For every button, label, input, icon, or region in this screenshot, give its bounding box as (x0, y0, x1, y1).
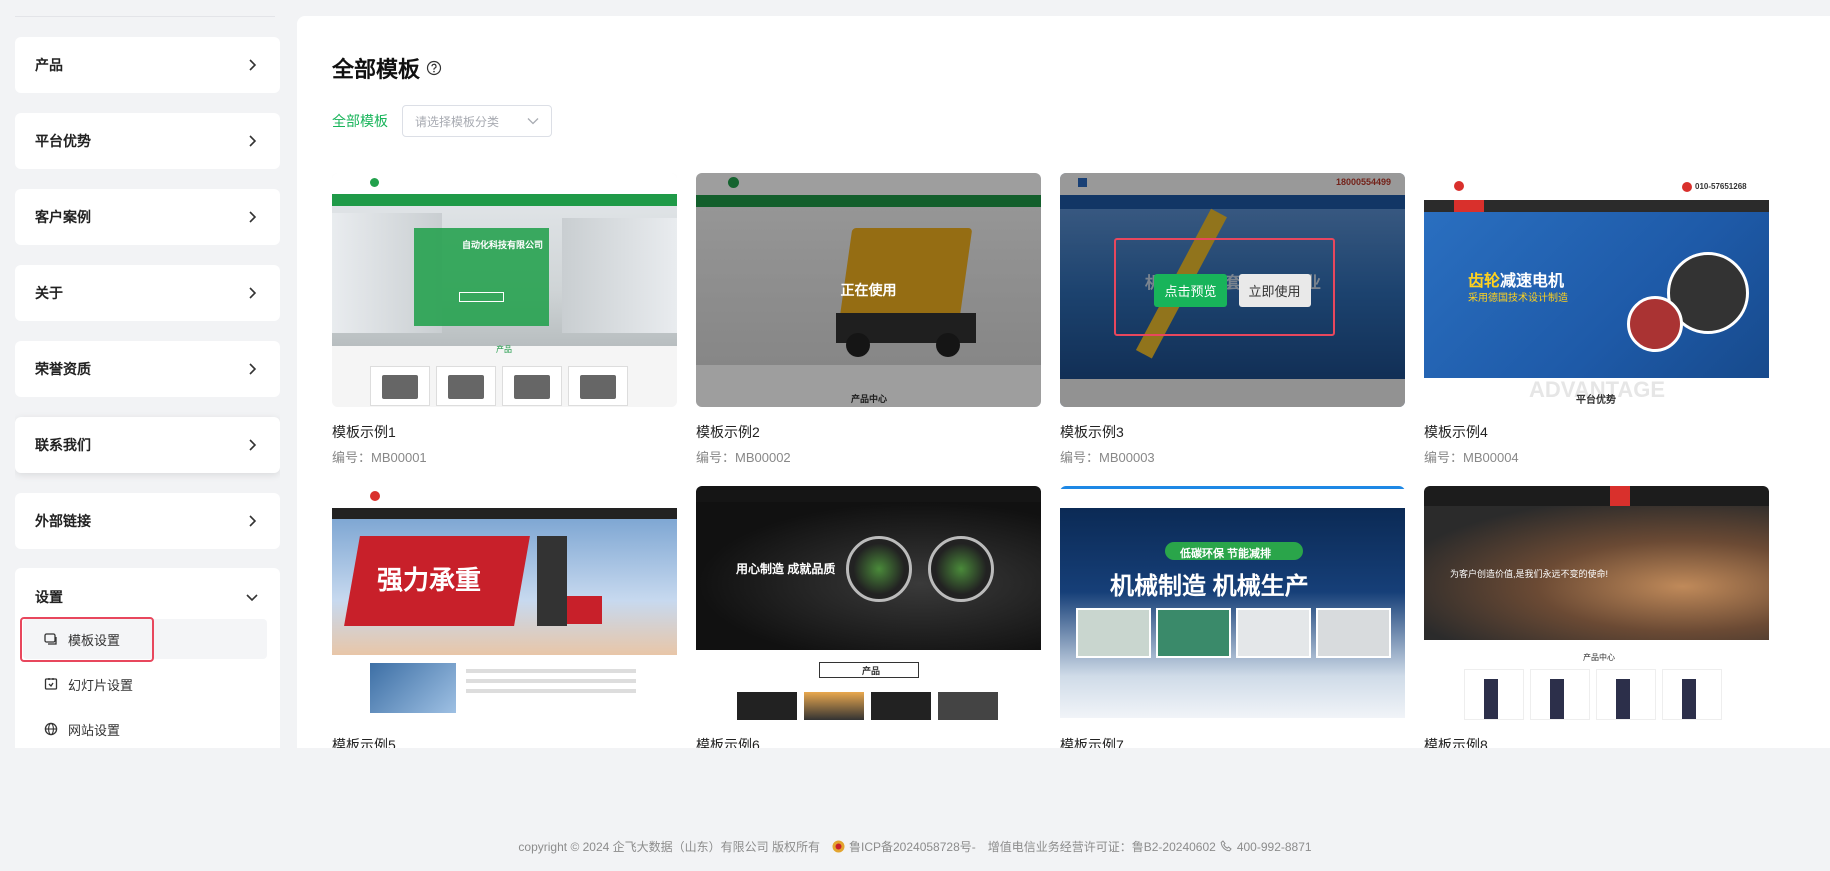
template-name: 模板示例8 (1424, 737, 1488, 748)
sidebar: 产品 平台优势 客户案例 关于 荣誉资质 联系我们 外部链接 设置 模板设置 幻… (15, 0, 280, 748)
template-card[interactable]: 自动化科技有限公司 产品 模板示例1 编号：MB00001 (332, 173, 677, 465)
template-code: 编号：MB00004 (1424, 450, 1519, 465)
template-card[interactable]: 010-57651268 齿轮减速电机 采用德国技术设计制造 ADVANTAGE… (1424, 173, 1769, 465)
in-use-label: 正在使用 (840, 282, 897, 298)
template-card[interactable]: 强力承重 模板示例5 (332, 486, 677, 748)
sidebar-subitem-slideshow-settings[interactable]: 幻灯片设置 (23, 664, 267, 704)
template-name: 模板示例2 (696, 424, 760, 440)
sidebar-item-label: 荣誉资质 (35, 361, 91, 377)
thumb-text: 产品中心 (1583, 653, 1615, 662)
chevron-down-icon (244, 589, 260, 605)
thumb-text: 采用德国技术设计制造 (1468, 293, 1568, 304)
template-name: 模板示例1 (332, 424, 396, 440)
slideshow-icon (43, 676, 59, 692)
page-title: 全部模板 (332, 57, 421, 82)
sidebar-item-contact[interactable]: 联系我们 (15, 417, 280, 473)
help-icon[interactable] (426, 60, 442, 76)
template-thumbnail[interactable]: 为客户创造价值,是我们永远不变的使命! 产品中心 (1424, 486, 1769, 720)
template-card[interactable]: 用心制造 成就品质 产品 模板示例6 (696, 486, 1041, 748)
footer-icp[interactable]: 鲁ICP备2024058728号- (849, 838, 976, 855)
footer-phone: 400-992-8871 (1236, 839, 1312, 854)
sidebar-item-products[interactable]: 产品 (15, 37, 280, 93)
thumb-text: 产品 (862, 666, 881, 676)
template-thumbnail[interactable]: 强力承重 (332, 486, 677, 720)
template-name: 模板示例7 (1060, 737, 1124, 748)
sidebar-item-label: 设置 (35, 589, 63, 605)
footer-license: 增值电信业务经营许可证：鲁B2-20240602 (987, 840, 1216, 854)
filter-row: 全部模板 请选择模板分类 (332, 105, 552, 137)
chevron-right-icon (244, 209, 260, 225)
category-select[interactable]: 请选择模板分类 (402, 105, 552, 137)
filter-all-templates[interactable]: 全部模板 (332, 111, 388, 131)
template-name: 模板示例3 (1060, 424, 1124, 440)
sidebar-subitem-label: 模板设置 (68, 632, 121, 648)
template-thumbnail[interactable]: 用心制造 成就品质 产品 (696, 486, 1041, 720)
thumb-text: 为客户创造价值,是我们永远不变的使命! (1450, 569, 1609, 579)
template-icon (43, 631, 59, 647)
chevron-right-icon (244, 285, 260, 301)
sidebar-item-label: 外部链接 (35, 513, 91, 529)
phone-icon (1220, 840, 1233, 853)
sidebar-item-honors[interactable]: 荣誉资质 (15, 341, 280, 397)
template-card[interactable]: 产品中心 正在使用 模板示例2 编号：MB00002 (696, 173, 1041, 465)
template-thumbnail[interactable]: 低碳环保 节能减排 机械制造 机械生产 (1060, 486, 1405, 720)
thumb-text: 自动化科技有限公司 (462, 240, 544, 250)
sidebar-item-label: 联系我们 (35, 437, 91, 453)
template-thumbnail[interactable]: 产品中心 正在使用 (696, 173, 1041, 407)
template-name: 模板示例6 (696, 737, 760, 748)
template-code: 编号：MB00003 (1060, 450, 1155, 465)
sidebar-item-label: 关于 (35, 285, 63, 301)
sidebar-item-external-links[interactable]: 外部链接 (15, 493, 280, 549)
thumb-text: 用心制造 成就品质 (736, 562, 836, 576)
chevron-right-icon (244, 437, 260, 453)
sidebar-item-settings[interactable]: 设置 (15, 568, 280, 626)
thumb-text: 强力承重 (377, 565, 482, 595)
template-code: 编号：MB00001 (332, 450, 427, 465)
sidebar-subitem-label: 幻灯片设置 (68, 677, 134, 693)
globe-icon (43, 721, 59, 737)
sidebar-item-cases[interactable]: 客户案例 (15, 189, 280, 245)
template-thumbnail[interactable]: 18000554499 机械制造配套服务型企业 点击预览 立即使用 (1060, 173, 1405, 407)
chevron-right-icon (244, 513, 260, 529)
thumb-text: 产品 (496, 345, 512, 354)
template-name: 模板示例5 (332, 737, 396, 748)
template-card[interactable]: 低碳环保 节能减排 机械制造 机械生产 模板示例7 (1060, 486, 1405, 748)
thumb-text: 机械制造 机械生产 (1110, 573, 1309, 600)
template-thumbnail[interactable]: 010-57651268 齿轮减速电机 采用德国技术设计制造 ADVANTAGE… (1424, 173, 1769, 407)
template-card[interactable]: 为客户创造价值,是我们永远不变的使命! 产品中心 模板示例8 (1424, 486, 1769, 748)
thumb-text: 低碳环保 节能减排 (1180, 548, 1272, 560)
template-card[interactable]: 18000554499 机械制造配套服务型企业 点击预览 立即使用 模板示例3 … (1060, 173, 1405, 465)
select-placeholder: 请选择模板分类 (415, 114, 500, 129)
title-row: 全部模板 (332, 52, 442, 84)
divider (15, 16, 275, 17)
highlight-box (1114, 238, 1335, 336)
template-name: 模板示例4 (1424, 424, 1488, 440)
sidebar-group-settings: 设置 模板设置 幻灯片设置 网站设置 (15, 568, 280, 748)
thumb-text: 减速电机 (1500, 273, 1565, 290)
sidebar-subitem-label: 网站设置 (68, 722, 121, 738)
sidebar-subitem-site-settings[interactable]: 网站设置 (23, 709, 267, 748)
chevron-right-icon (244, 57, 260, 73)
chevron-right-icon (244, 133, 260, 149)
thumb-text: 010-57651268 (1695, 182, 1747, 191)
template-code: 编号：MB00002 (696, 450, 791, 465)
thumb-text: 平台优势 (1576, 395, 1616, 406)
sidebar-item-about[interactable]: 关于 (15, 265, 280, 321)
footer-copyright: copyright © 2024 企飞大数据（山东）有限公司 版权所有 (518, 840, 820, 854)
chevron-right-icon (244, 361, 260, 377)
sidebar-item-label: 客户案例 (35, 209, 91, 225)
main-panel: 全部模板 全部模板 请选择模板分类 自动化科技有限公司 产品 模板示例1 编号：… (297, 16, 1830, 748)
chevron-down-icon (527, 114, 539, 128)
in-use-overlay: 正在使用 (696, 173, 1041, 407)
template-thumbnail[interactable]: 自动化科技有限公司 产品 (332, 173, 677, 407)
sidebar-item-advantages[interactable]: 平台优势 (15, 113, 280, 169)
sidebar-subitem-template-settings[interactable]: 模板设置 (23, 619, 267, 659)
police-badge-icon (832, 840, 845, 853)
thumb-text: 齿轮 (1468, 273, 1501, 290)
sidebar-item-label: 平台优势 (35, 133, 91, 149)
footer: copyright © 2024 企飞大数据（山东）有限公司 版权所有 鲁ICP… (0, 838, 1830, 855)
sidebar-item-label: 产品 (35, 57, 63, 73)
